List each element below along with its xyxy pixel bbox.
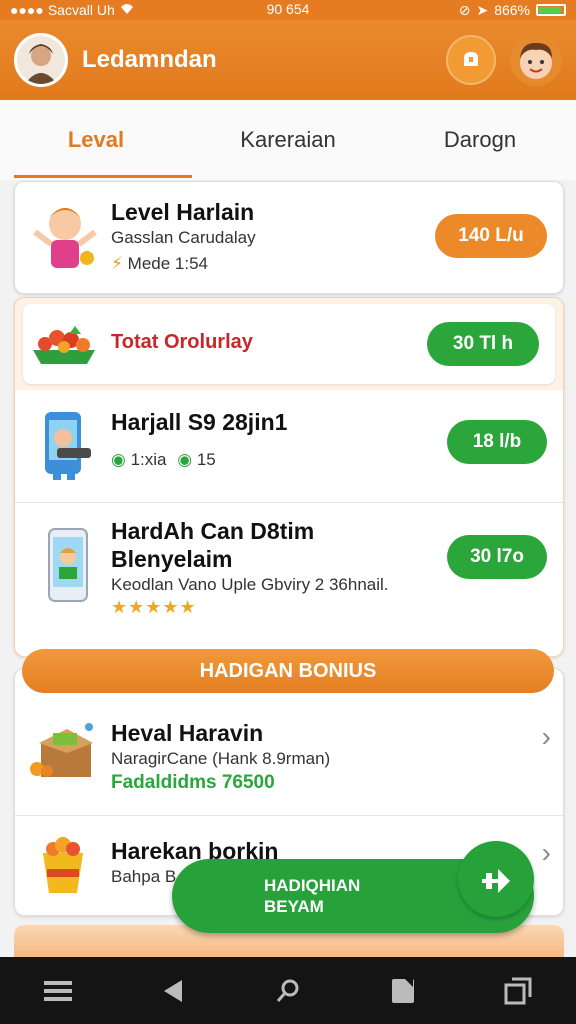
back-icon[interactable] (148, 966, 198, 1016)
app-title: Ledamndan (82, 46, 217, 73)
profile-avatar[interactable] (14, 33, 68, 87)
treasure-box-icon (29, 719, 99, 786)
item-title-line2: Blenyelaim (111, 546, 233, 572)
alarm-icon: ⊘ (458, 1, 471, 18)
child-avatar[interactable] (510, 34, 562, 86)
snack-cup-icon (39, 835, 87, 900)
fab-icon-button[interactable] (458, 841, 534, 917)
claim-bonus-button[interactable]: HADIQHIAN BEYAM (172, 841, 534, 933)
bolt-icon: ⚡ (111, 254, 123, 273)
bonus-section-header: HADIGAN BONIUS (22, 649, 554, 693)
robot-phone-icon (39, 408, 95, 485)
bonus-subtitle: NaragirCane (Hank 8.9rman) (111, 749, 331, 768)
bookmark-icon[interactable] (378, 966, 428, 1016)
phone-icon (47, 527, 89, 608)
battery-icon (536, 4, 566, 16)
list-item[interactable]: Totat Orolurlay 30 Tl h (23, 304, 555, 384)
recent-apps-icon[interactable] (493, 966, 543, 1016)
bonus-item[interactable]: Heval Haravin NaragirCane (Hank 8.9rman)… (15, 695, 563, 813)
item-title: Totat Orolurlay (111, 331, 253, 353)
points-pill[interactable]: 30 Tl h (427, 322, 539, 366)
carrier-label: Sacvall Uh (47, 2, 115, 18)
fab-label-line2: BEYAM (264, 897, 324, 916)
task-list-card: Totat Orolurlay 30 Tl h Harjall S9 28jin… (14, 297, 564, 657)
item-stat: 1:xia (130, 450, 167, 469)
signal-dots-icon: ●●●● (10, 2, 44, 18)
item-title: Level Harlain (111, 199, 255, 225)
list-item[interactable]: Harjall S9 28jin1 ◉ 1:xia ◉ 15 18 l/b (15, 390, 563, 502)
location-icon: ➤ (476, 1, 489, 18)
star-rating: ★★★★★ (111, 597, 197, 617)
item-title: HardAh Can D8tim (111, 518, 315, 544)
tab-bar: Leval Kareraian Darogn (0, 100, 576, 180)
list-item[interactable]: HardAh Can D8tim Blenyelaim Keodlan Vano… (15, 503, 563, 653)
bell-icon (464, 52, 478, 66)
tab-kareraian[interactable]: Kareraian (192, 100, 384, 180)
progress-icon: ◉ (177, 450, 193, 469)
food-basket-icon (31, 320, 97, 373)
fab-label-line1: HADIQHIAN (264, 876, 361, 895)
app-header: Ledamndan (0, 20, 576, 100)
item-title: Harjall S9 28jin1 (111, 409, 288, 435)
points-pill[interactable]: 30 l7o (447, 535, 547, 579)
points-pill[interactable]: 18 l/b (447, 420, 547, 464)
battery-percent: 866% (494, 2, 530, 18)
gift-arrow-icon (482, 869, 510, 893)
points-pill[interactable]: 140 L/u (435, 214, 547, 258)
notification-button[interactable] (446, 35, 496, 85)
item-subtitle: Gasslan Carudalay (111, 228, 256, 247)
system-nav-bar (0, 957, 576, 1024)
tab-leval[interactable]: Leval (0, 100, 192, 180)
bonus-title: Heval Haravin (111, 720, 264, 746)
status-bar: ●●●● Sacvall Uh 90 654 ⊘ ➤ 866% (0, 0, 576, 20)
chevron-right-icon[interactable]: › (542, 837, 551, 869)
item-meta: Mede 1:54 (127, 254, 209, 273)
search-icon[interactable] (263, 966, 313, 1016)
chevron-right-icon[interactable]: › (542, 721, 551, 753)
character-icon (29, 198, 101, 283)
item-subtitle: Keodlan Vano Uple Gbviry 2 36hnail. (111, 575, 389, 594)
level-card[interactable]: Level Harlain Gasslan Carudalay ⚡ Mede 1… (14, 181, 564, 294)
item-stat: 15 (196, 450, 216, 469)
tab-darogn[interactable]: Darogn (384, 100, 576, 180)
bonus-points: Fadaldidms 76500 (111, 772, 275, 793)
progress-icon: ◉ (111, 450, 126, 469)
wifi-icon (119, 2, 135, 18)
menu-icon[interactable] (33, 966, 83, 1016)
